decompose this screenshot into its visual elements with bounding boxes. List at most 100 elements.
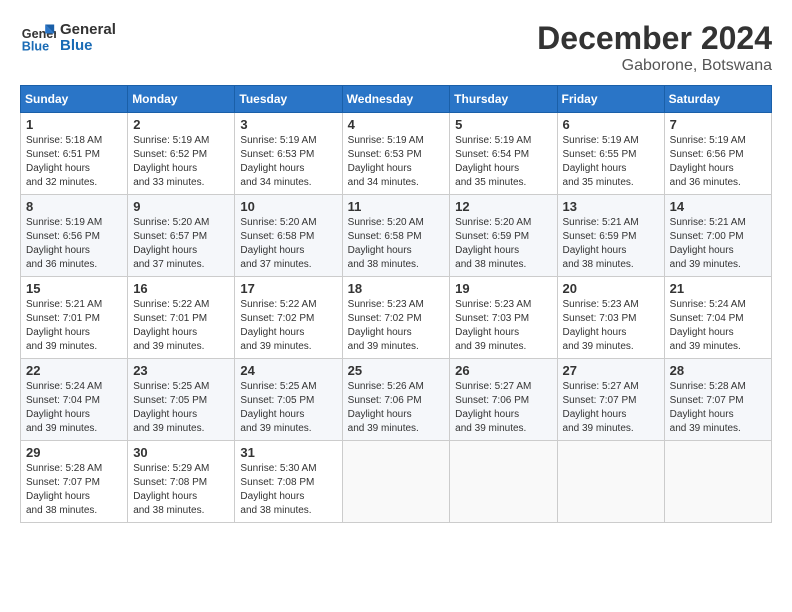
day-header: Friday: [557, 86, 664, 113]
day-detail: Sunrise: 5:28 AM Sunset: 7:07 PM Dayligh…: [670, 380, 766, 436]
calendar-cell: 1 Sunrise: 5:18 AM Sunset: 6:51 PM Dayli…: [21, 113, 128, 195]
calendar-cell: 3 Sunrise: 5:19 AM Sunset: 6:53 PM Dayli…: [235, 113, 342, 195]
sunset-label: Sunset: 7:07 PM: [26, 477, 100, 488]
sunrise-label: Sunrise: 5:22 AM: [240, 299, 316, 310]
day-detail: Sunrise: 5:23 AM Sunset: 7:03 PM Dayligh…: [455, 298, 551, 354]
svg-text:Blue: Blue: [22, 40, 49, 54]
day-detail: Sunrise: 5:19 AM Sunset: 6:56 PM Dayligh…: [670, 134, 766, 190]
day-number: 21: [670, 281, 766, 296]
day-number: 9: [133, 199, 229, 214]
sunrise-label: Sunrise: 5:24 AM: [26, 381, 102, 392]
day-number: 6: [563, 117, 659, 132]
daylight-label: Daylight hours: [240, 163, 304, 174]
daylight-value: and 39 minutes.: [133, 341, 204, 352]
day-detail: Sunrise: 5:20 AM Sunset: 6:58 PM Dayligh…: [348, 216, 445, 272]
day-number: 5: [455, 117, 551, 132]
calendar-week-row: 22 Sunrise: 5:24 AM Sunset: 7:04 PM Dayl…: [21, 359, 772, 441]
daylight-label: Daylight hours: [348, 245, 412, 256]
day-number: 30: [133, 445, 229, 460]
daylight-value: and 37 minutes.: [240, 259, 311, 270]
calendar-cell: 15 Sunrise: 5:21 AM Sunset: 7:01 PM Dayl…: [21, 277, 128, 359]
day-number: 26: [455, 363, 551, 378]
daylight-label: Daylight hours: [563, 163, 627, 174]
daylight-label: Daylight hours: [240, 409, 304, 420]
day-number: 29: [26, 445, 122, 460]
day-detail: Sunrise: 5:24 AM Sunset: 7:04 PM Dayligh…: [670, 298, 766, 354]
day-detail: Sunrise: 5:23 AM Sunset: 7:02 PM Dayligh…: [348, 298, 445, 354]
sunset-label: Sunset: 7:08 PM: [133, 477, 207, 488]
daylight-label: Daylight hours: [348, 409, 412, 420]
sunset-label: Sunset: 7:01 PM: [133, 313, 207, 324]
calendar-cell: 28 Sunrise: 5:28 AM Sunset: 7:07 PM Dayl…: [664, 359, 771, 441]
daylight-value: and 35 minutes.: [563, 177, 634, 188]
daylight-value: and 39 minutes.: [348, 341, 419, 352]
daylight-label: Daylight hours: [26, 163, 90, 174]
day-number: 17: [240, 281, 336, 296]
sunrise-label: Sunrise: 5:19 AM: [455, 135, 531, 146]
sunrise-label: Sunrise: 5:19 AM: [240, 135, 316, 146]
sunset-label: Sunset: 6:59 PM: [455, 231, 529, 242]
day-detail: Sunrise: 5:19 AM Sunset: 6:54 PM Dayligh…: [455, 134, 551, 190]
sunrise-label: Sunrise: 5:27 AM: [563, 381, 639, 392]
day-header: Saturday: [664, 86, 771, 113]
sunrise-label: Sunrise: 5:21 AM: [670, 217, 746, 228]
sunrise-label: Sunrise: 5:20 AM: [455, 217, 531, 228]
sunrise-label: Sunrise: 5:19 AM: [26, 217, 102, 228]
calendar-header: SundayMondayTuesdayWednesdayThursdayFrid…: [21, 86, 772, 113]
daylight-value: and 38 minutes.: [26, 505, 97, 516]
day-detail: Sunrise: 5:21 AM Sunset: 7:01 PM Dayligh…: [26, 298, 122, 354]
calendar-cell: 8 Sunrise: 5:19 AM Sunset: 6:56 PM Dayli…: [21, 195, 128, 277]
sunrise-label: Sunrise: 5:27 AM: [455, 381, 531, 392]
calendar-cell: 26 Sunrise: 5:27 AM Sunset: 7:06 PM Dayl…: [450, 359, 557, 441]
day-number: 27: [563, 363, 659, 378]
daylight-label: Daylight hours: [26, 327, 90, 338]
day-detail: Sunrise: 5:18 AM Sunset: 6:51 PM Dayligh…: [26, 134, 122, 190]
day-number: 23: [133, 363, 229, 378]
sunrise-label: Sunrise: 5:21 AM: [26, 299, 102, 310]
calendar-cell: 17 Sunrise: 5:22 AM Sunset: 7:02 PM Dayl…: [235, 277, 342, 359]
calendar-table: SundayMondayTuesdayWednesdayThursdayFrid…: [20, 85, 772, 523]
calendar-cell: 11 Sunrise: 5:20 AM Sunset: 6:58 PM Dayl…: [342, 195, 450, 277]
sunset-label: Sunset: 6:53 PM: [348, 149, 422, 160]
sunset-label: Sunset: 7:07 PM: [670, 395, 744, 406]
sunset-label: Sunset: 6:59 PM: [563, 231, 637, 242]
day-detail: Sunrise: 5:25 AM Sunset: 7:05 PM Dayligh…: [133, 380, 229, 436]
calendar-cell: 31 Sunrise: 5:30 AM Sunset: 7:08 PM Dayl…: [235, 441, 342, 523]
day-detail: Sunrise: 5:22 AM Sunset: 7:01 PM Dayligh…: [133, 298, 229, 354]
daylight-value: and 39 minutes.: [455, 423, 526, 434]
sunset-label: Sunset: 6:53 PM: [240, 149, 314, 160]
sunrise-label: Sunrise: 5:20 AM: [348, 217, 424, 228]
daylight-label: Daylight hours: [133, 327, 197, 338]
sunrise-label: Sunrise: 5:25 AM: [133, 381, 209, 392]
sunrise-label: Sunrise: 5:23 AM: [563, 299, 639, 310]
sunset-label: Sunset: 7:00 PM: [670, 231, 744, 242]
sunset-label: Sunset: 7:07 PM: [563, 395, 637, 406]
sunset-label: Sunset: 7:06 PM: [348, 395, 422, 406]
location: Gaborone, Botswana: [537, 57, 772, 75]
day-number: 28: [670, 363, 766, 378]
sunrise-label: Sunrise: 5:20 AM: [240, 217, 316, 228]
day-number: 4: [348, 117, 445, 132]
day-detail: Sunrise: 5:19 AM Sunset: 6:55 PM Dayligh…: [563, 134, 659, 190]
day-detail: Sunrise: 5:19 AM Sunset: 6:52 PM Dayligh…: [133, 134, 229, 190]
daylight-label: Daylight hours: [455, 409, 519, 420]
title-area: December 2024 Gaborone, Botswana: [537, 20, 772, 75]
daylight-value: and 39 minutes.: [455, 341, 526, 352]
daylight-value: and 38 minutes.: [240, 505, 311, 516]
day-detail: Sunrise: 5:22 AM Sunset: 7:02 PM Dayligh…: [240, 298, 336, 354]
day-header: Wednesday: [342, 86, 450, 113]
daylight-value: and 36 minutes.: [670, 177, 741, 188]
daylight-label: Daylight hours: [670, 163, 734, 174]
sunrise-label: Sunrise: 5:18 AM: [26, 135, 102, 146]
day-number: 19: [455, 281, 551, 296]
daylight-label: Daylight hours: [670, 245, 734, 256]
daylight-value: and 36 minutes.: [26, 259, 97, 270]
daylight-value: and 38 minutes.: [348, 259, 419, 270]
day-number: 11: [348, 199, 445, 214]
day-detail: Sunrise: 5:29 AM Sunset: 7:08 PM Dayligh…: [133, 462, 229, 518]
calendar-week-row: 29 Sunrise: 5:28 AM Sunset: 7:07 PM Dayl…: [21, 441, 772, 523]
daylight-value: and 38 minutes.: [563, 259, 634, 270]
daylight-label: Daylight hours: [563, 409, 627, 420]
day-number: 14: [670, 199, 766, 214]
calendar-cell: 27 Sunrise: 5:27 AM Sunset: 7:07 PM Dayl…: [557, 359, 664, 441]
